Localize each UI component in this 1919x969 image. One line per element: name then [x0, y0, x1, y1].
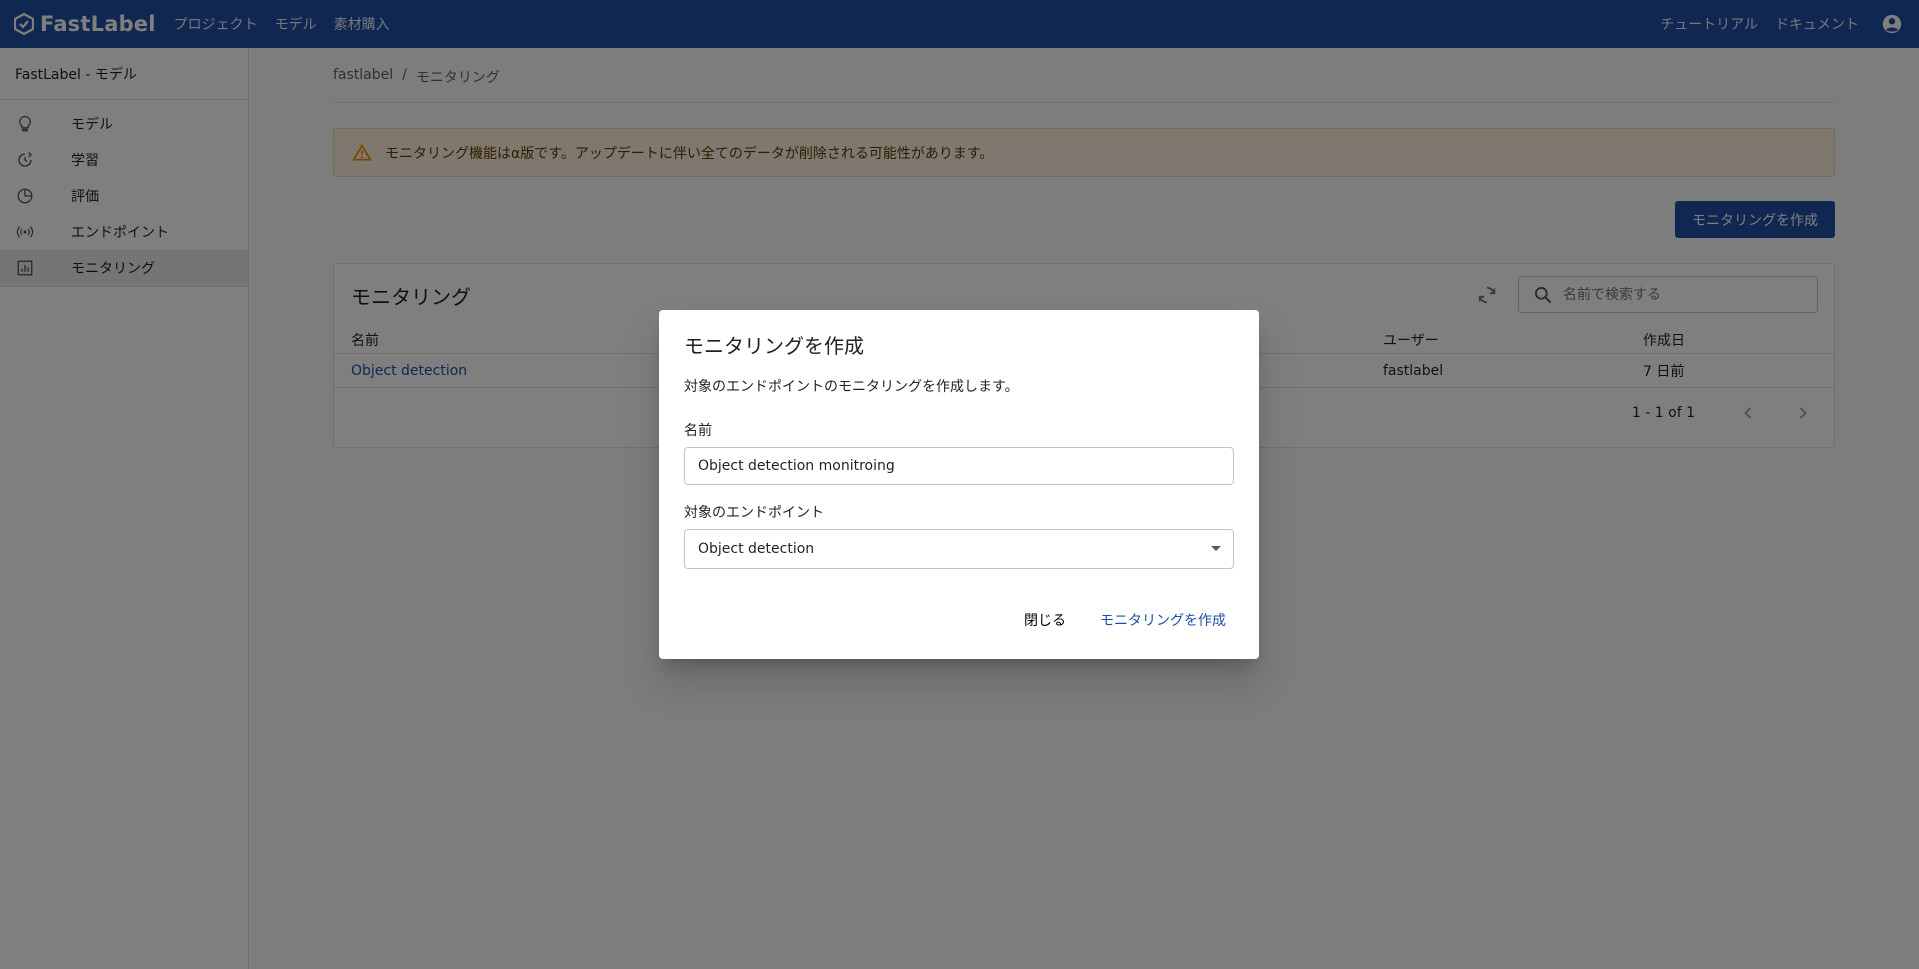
dropdown-arrow-icon [1211, 546, 1221, 551]
endpoint-select[interactable]: Object detection [684, 529, 1234, 569]
endpoint-field-label: 対象のエンドポイント [684, 505, 824, 521]
dialog-title: モニタリングを作成 [684, 334, 864, 358]
name-input[interactable] [698, 458, 1218, 474]
dialog-description: 対象のエンドポイントのモニタリングを作成します。 [684, 379, 1019, 395]
create-monitoring-dialog: モニタリングを作成 対象のエンドポイントのモニタリングを作成します。 名前 対象… [659, 310, 1259, 659]
submit-create-monitoring-button[interactable]: モニタリングを作成 [1100, 610, 1226, 630]
endpoint-selected-value: Object detection [698, 541, 815, 557]
close-dialog-button[interactable]: 閉じる [1024, 610, 1066, 630]
name-field-label: 名前 [684, 423, 712, 439]
name-field[interactable] [684, 447, 1234, 485]
